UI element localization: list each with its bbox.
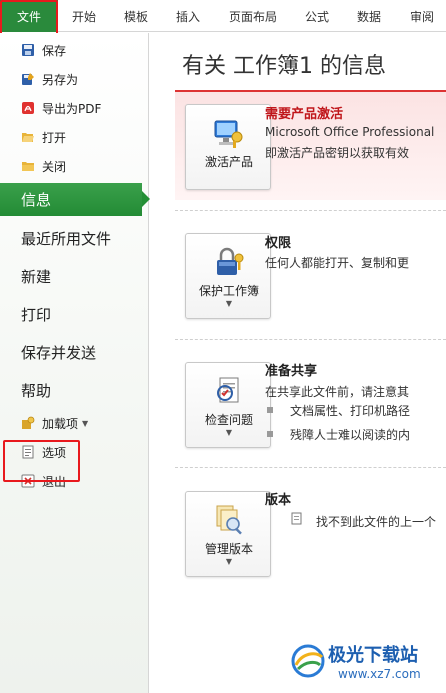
save-as-command[interactable]: 另存为 [21, 68, 78, 90]
activate-product-button[interactable]: 激活产品 [185, 104, 271, 190]
open-command[interactable]: 打开 [21, 126, 66, 148]
ribbon-tab-bar: 文件 开始 模板 插入 页面布局 公式 数据 审阅 [0, 0, 446, 32]
tab-data[interactable]: 数据 [357, 0, 381, 32]
save-icon [22, 44, 34, 56]
close-folder-icon [22, 162, 34, 171]
open-folder-icon [22, 133, 34, 142]
versions-icon [216, 505, 242, 535]
prepare-bullet-2: 残障人士难以阅读的内 [290, 428, 411, 442]
open-label: 打开 [42, 130, 67, 145]
nav-info[interactable]: 信息 [0, 183, 150, 216]
versions-heading: 版本 [265, 493, 292, 508]
addins-command[interactable]: 加载项 ▼ [21, 412, 88, 434]
section-divider [175, 467, 446, 468]
check-issues-label: 检查问题 [204, 413, 253, 427]
prepare-bullet-1: 文档属性、打印机路径 [290, 404, 411, 418]
tab-insert[interactable]: 插入 [176, 0, 200, 32]
manage-versions-button[interactable]: 管理版本 ▼ [185, 491, 271, 577]
addins-icon [22, 416, 35, 429]
tab-review[interactable]: 审阅 [410, 0, 434, 32]
page-title: 有关 工作簿1 的信息 [182, 54, 386, 79]
nav-print[interactable]: 打印 [21, 302, 51, 326]
tab-page-layout[interactable]: 页面布局 [229, 0, 277, 32]
save-as-label: 另存为 [42, 72, 79, 87]
activation-line1: Microsoft Office Professional [265, 125, 435, 139]
nav-recent[interactable]: 最近所用文件 [21, 226, 111, 250]
nav-help[interactable]: 帮助 [21, 378, 51, 402]
activate-product-label: 激活产品 [204, 155, 253, 169]
check-issues-dropdown-icon: ▼ [225, 428, 233, 437]
pdf-icon [22, 102, 34, 114]
section-divider [175, 210, 446, 211]
manage-versions-label: 管理版本 [204, 542, 253, 556]
close-label: 关闭 [42, 159, 67, 174]
addins-label: 加载项 [42, 416, 79, 431]
backstage-sidebar: 保存 另存为 导出为PDF 打开 关闭 信息 最近所用文件 新建 打印 保存并发… [0, 33, 150, 693]
document-icon [291, 512, 302, 525]
activation-line2: 即激活产品密钥以获取有效 [265, 146, 410, 160]
info-pane: 有关 工作簿1 的信息 激活产品 需要产品激活 Microsoft Office… [150, 33, 446, 693]
activation-heading: 需要产品激活 [265, 107, 344, 122]
prepare-text: 在共享此文件前，请注意其 [265, 385, 410, 399]
prepare-heading: 准备共享 [265, 364, 318, 379]
watermark: 极光下载站 www.xz7.com [286, 635, 446, 693]
section-divider [175, 339, 446, 340]
protect-dropdown-icon: ▼ [225, 299, 233, 308]
permissions-heading: 权限 [265, 236, 292, 251]
check-issues-button[interactable]: 检查问题 ▼ [185, 362, 271, 448]
inspect-document-icon [217, 377, 239, 403]
bullet-icon [267, 407, 273, 413]
watermark-url: www.xz7.com [338, 667, 421, 681]
export-pdf-command[interactable]: 导出为PDF [21, 97, 101, 119]
save-as-icon [22, 73, 34, 85]
tab-templates[interactable]: 模板 [124, 0, 148, 32]
addins-dropdown-icon: ▼ [82, 418, 89, 428]
tab-formulas[interactable]: 公式 [305, 0, 329, 32]
protect-workbook-button[interactable]: 保护工作簿 ▼ [185, 233, 271, 319]
save-command[interactable]: 保存 [21, 39, 66, 61]
manage-versions-dropdown-icon: ▼ [225, 557, 233, 566]
close-command[interactable]: 关闭 [21, 155, 66, 177]
options-highlight [3, 440, 80, 482]
activate-key-icon [214, 120, 243, 148]
permissions-text: 任何人都能打开、复制和更 [265, 256, 410, 270]
tab-home[interactable]: 开始 [72, 0, 96, 32]
watermark-logo-icon [291, 644, 325, 678]
lock-key-icon [217, 247, 244, 275]
bullet-icon [267, 431, 273, 437]
protect-workbook-label: 保护工作簿 [198, 284, 259, 298]
versions-text: 找不到此文件的上一个 [316, 515, 437, 529]
nav-new[interactable]: 新建 [21, 264, 51, 288]
watermark-text: 极光下载站 [328, 645, 418, 666]
save-label: 保存 [42, 43, 67, 58]
nav-save-send[interactable]: 保存并发送 [21, 340, 96, 364]
export-pdf-label: 导出为PDF [42, 101, 102, 116]
